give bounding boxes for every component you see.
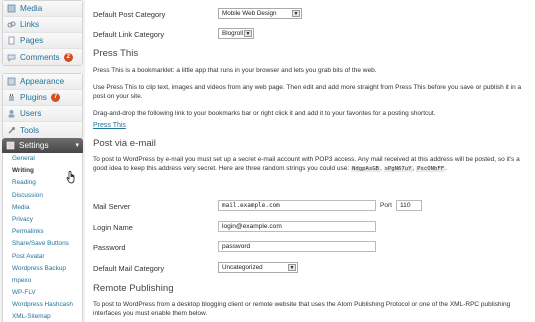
sidebar-item-appearance[interactable]: Appearance <box>3 74 82 90</box>
sidebar-item-plugins[interactable]: Plugins 7 <box>3 90 82 106</box>
sidebar-item-media[interactable]: Media <box>3 1 82 17</box>
menu-group-admin: Appearance Plugins 7 Users Tools <box>2 73 83 138</box>
random-string: sPgN67uY <box>383 166 413 173</box>
sidebar-item-label: Media <box>20 4 43 13</box>
menu-group-content: Media Links Pages Comments 2 <box>2 0 83 66</box>
chevron-down-icon[interactable]: ▾ <box>75 141 79 149</box>
mail-server-label: Mail Server <box>93 202 131 211</box>
remote-publishing-heading: Remote Publishing <box>93 283 174 294</box>
submenu-wordpress-hashcash[interactable]: Wordpress Hashcash <box>3 299 82 311</box>
chevron-down-icon: ▼ <box>292 10 300 17</box>
sidebar-item-label: Appearance <box>20 77 65 86</box>
sidebar-item-users[interactable]: Users <box>3 106 82 122</box>
random-string: NdgpAsGB <box>350 166 380 173</box>
sidebar-item-label: Plugins <box>20 93 47 102</box>
default-link-category-select[interactable]: Blogroll ▼ <box>218 28 254 39</box>
sidebar-item-label: Tools <box>20 125 40 135</box>
default-post-category-select[interactable]: Mobile Web Design ▼ <box>218 8 302 19</box>
login-name-input[interactable]: login@example.com <box>218 221 376 232</box>
sidebar-item-tools[interactable]: Tools <box>3 122 82 138</box>
port-input[interactable]: 110 <box>396 200 422 211</box>
settings-content: Default Post Category Mobile Web Design … <box>87 0 535 322</box>
sidebar-item-label: Users <box>20 109 42 118</box>
remote-publishing-description: To post to WordPress from a desktop blog… <box>93 301 511 318</box>
settings-icon <box>6 141 15 150</box>
press-this-description: Press This is a bookmarklet: a little ap… <box>93 67 377 74</box>
default-link-category-label: Default Link Category <box>93 30 165 39</box>
post-via-email-text: To post to WordPress by e-mail you must … <box>93 156 520 173</box>
hand-cursor-icon <box>66 170 75 184</box>
submenu-wordpress-backup[interactable]: Wordpress Backup <box>3 263 82 275</box>
chevron-down-icon: ▼ <box>288 264 296 271</box>
media-icon <box>7 4 16 13</box>
links-icon <box>7 20 16 29</box>
sidebar-item-links[interactable]: Links <box>3 17 82 33</box>
selected-value: Mobile Web Design <box>222 10 277 17</box>
submenu-mpexo[interactable]: mpexo <box>3 275 82 287</box>
submenu-wp-flv[interactable]: WP-FLV <box>3 287 82 299</box>
default-mail-category-label: Default Mail Category <box>93 264 165 273</box>
selected-value: Blogroll <box>222 30 243 37</box>
sidebar-item-label: Settings <box>19 141 49 150</box>
default-post-category-label: Default Post Category <box>93 10 166 19</box>
sidebar-item-settings[interactable]: Settings ▾ <box>2 138 83 153</box>
plugins-count-badge: 7 <box>50 93 61 102</box>
appearance-icon <box>7 77 16 86</box>
press-this-drag-hint: Drag-and-drop the following link to your… <box>93 110 436 117</box>
sidebar-item-label: Links <box>20 20 40 29</box>
submenu-privacy[interactable]: Privacy <box>3 214 82 226</box>
random-string: PscONbFF <box>416 166 446 173</box>
pages-icon <box>7 36 16 45</box>
submenu-xml-sitemap[interactable]: XML-Sitemap <box>3 311 82 322</box>
default-mail-category-select[interactable]: Uncategorized ▼ <box>218 262 298 273</box>
submenu-media[interactable]: Media <box>3 202 82 214</box>
submenu-permalinks[interactable]: Permalinks <box>3 226 82 238</box>
users-icon <box>7 109 16 118</box>
login-name-label: Login Name <box>93 223 133 232</box>
sidebar-item-comments[interactable]: Comments 2 <box>3 49 82 65</box>
tools-icon <box>7 126 16 135</box>
sidebar-item-pages[interactable]: Pages <box>3 33 82 49</box>
password-input[interactable]: password <box>218 241 376 252</box>
press-this-bookmarklet-link[interactable]: Press This <box>93 121 126 130</box>
password-label: Password <box>93 243 126 252</box>
sidebar-item-label: Comments <box>20 52 60 62</box>
submenu-share-save-buttons[interactable]: Share/Save Buttons <box>3 238 82 250</box>
submenu-general[interactable]: General <box>3 153 82 165</box>
comments-count-badge: 2 <box>63 52 73 62</box>
selected-value: Uncategorized <box>222 264 263 271</box>
submenu-post-avatar[interactable]: Post Avatar <box>3 251 82 263</box>
press-this-instructions: Use Press This to clip text, images and … <box>93 84 522 101</box>
plugins-icon <box>7 93 16 102</box>
post-via-email-heading: Post via e-mail <box>93 138 156 149</box>
chevron-down-icon: ▼ <box>244 30 252 37</box>
post-via-email-description: To post to WordPress by e-mail you must … <box>93 156 520 173</box>
admin-sidebar: Media Links Pages Comments 2 Appearance … <box>0 0 85 322</box>
sidebar-item-label: Pages <box>20 36 44 45</box>
mail-server-input[interactable]: mail.example.com <box>218 200 376 211</box>
comments-icon <box>7 53 16 62</box>
submenu-discussion[interactable]: Discussion <box>3 190 82 202</box>
port-label: Port <box>380 202 392 209</box>
press-this-heading: Press This <box>93 48 139 59</box>
